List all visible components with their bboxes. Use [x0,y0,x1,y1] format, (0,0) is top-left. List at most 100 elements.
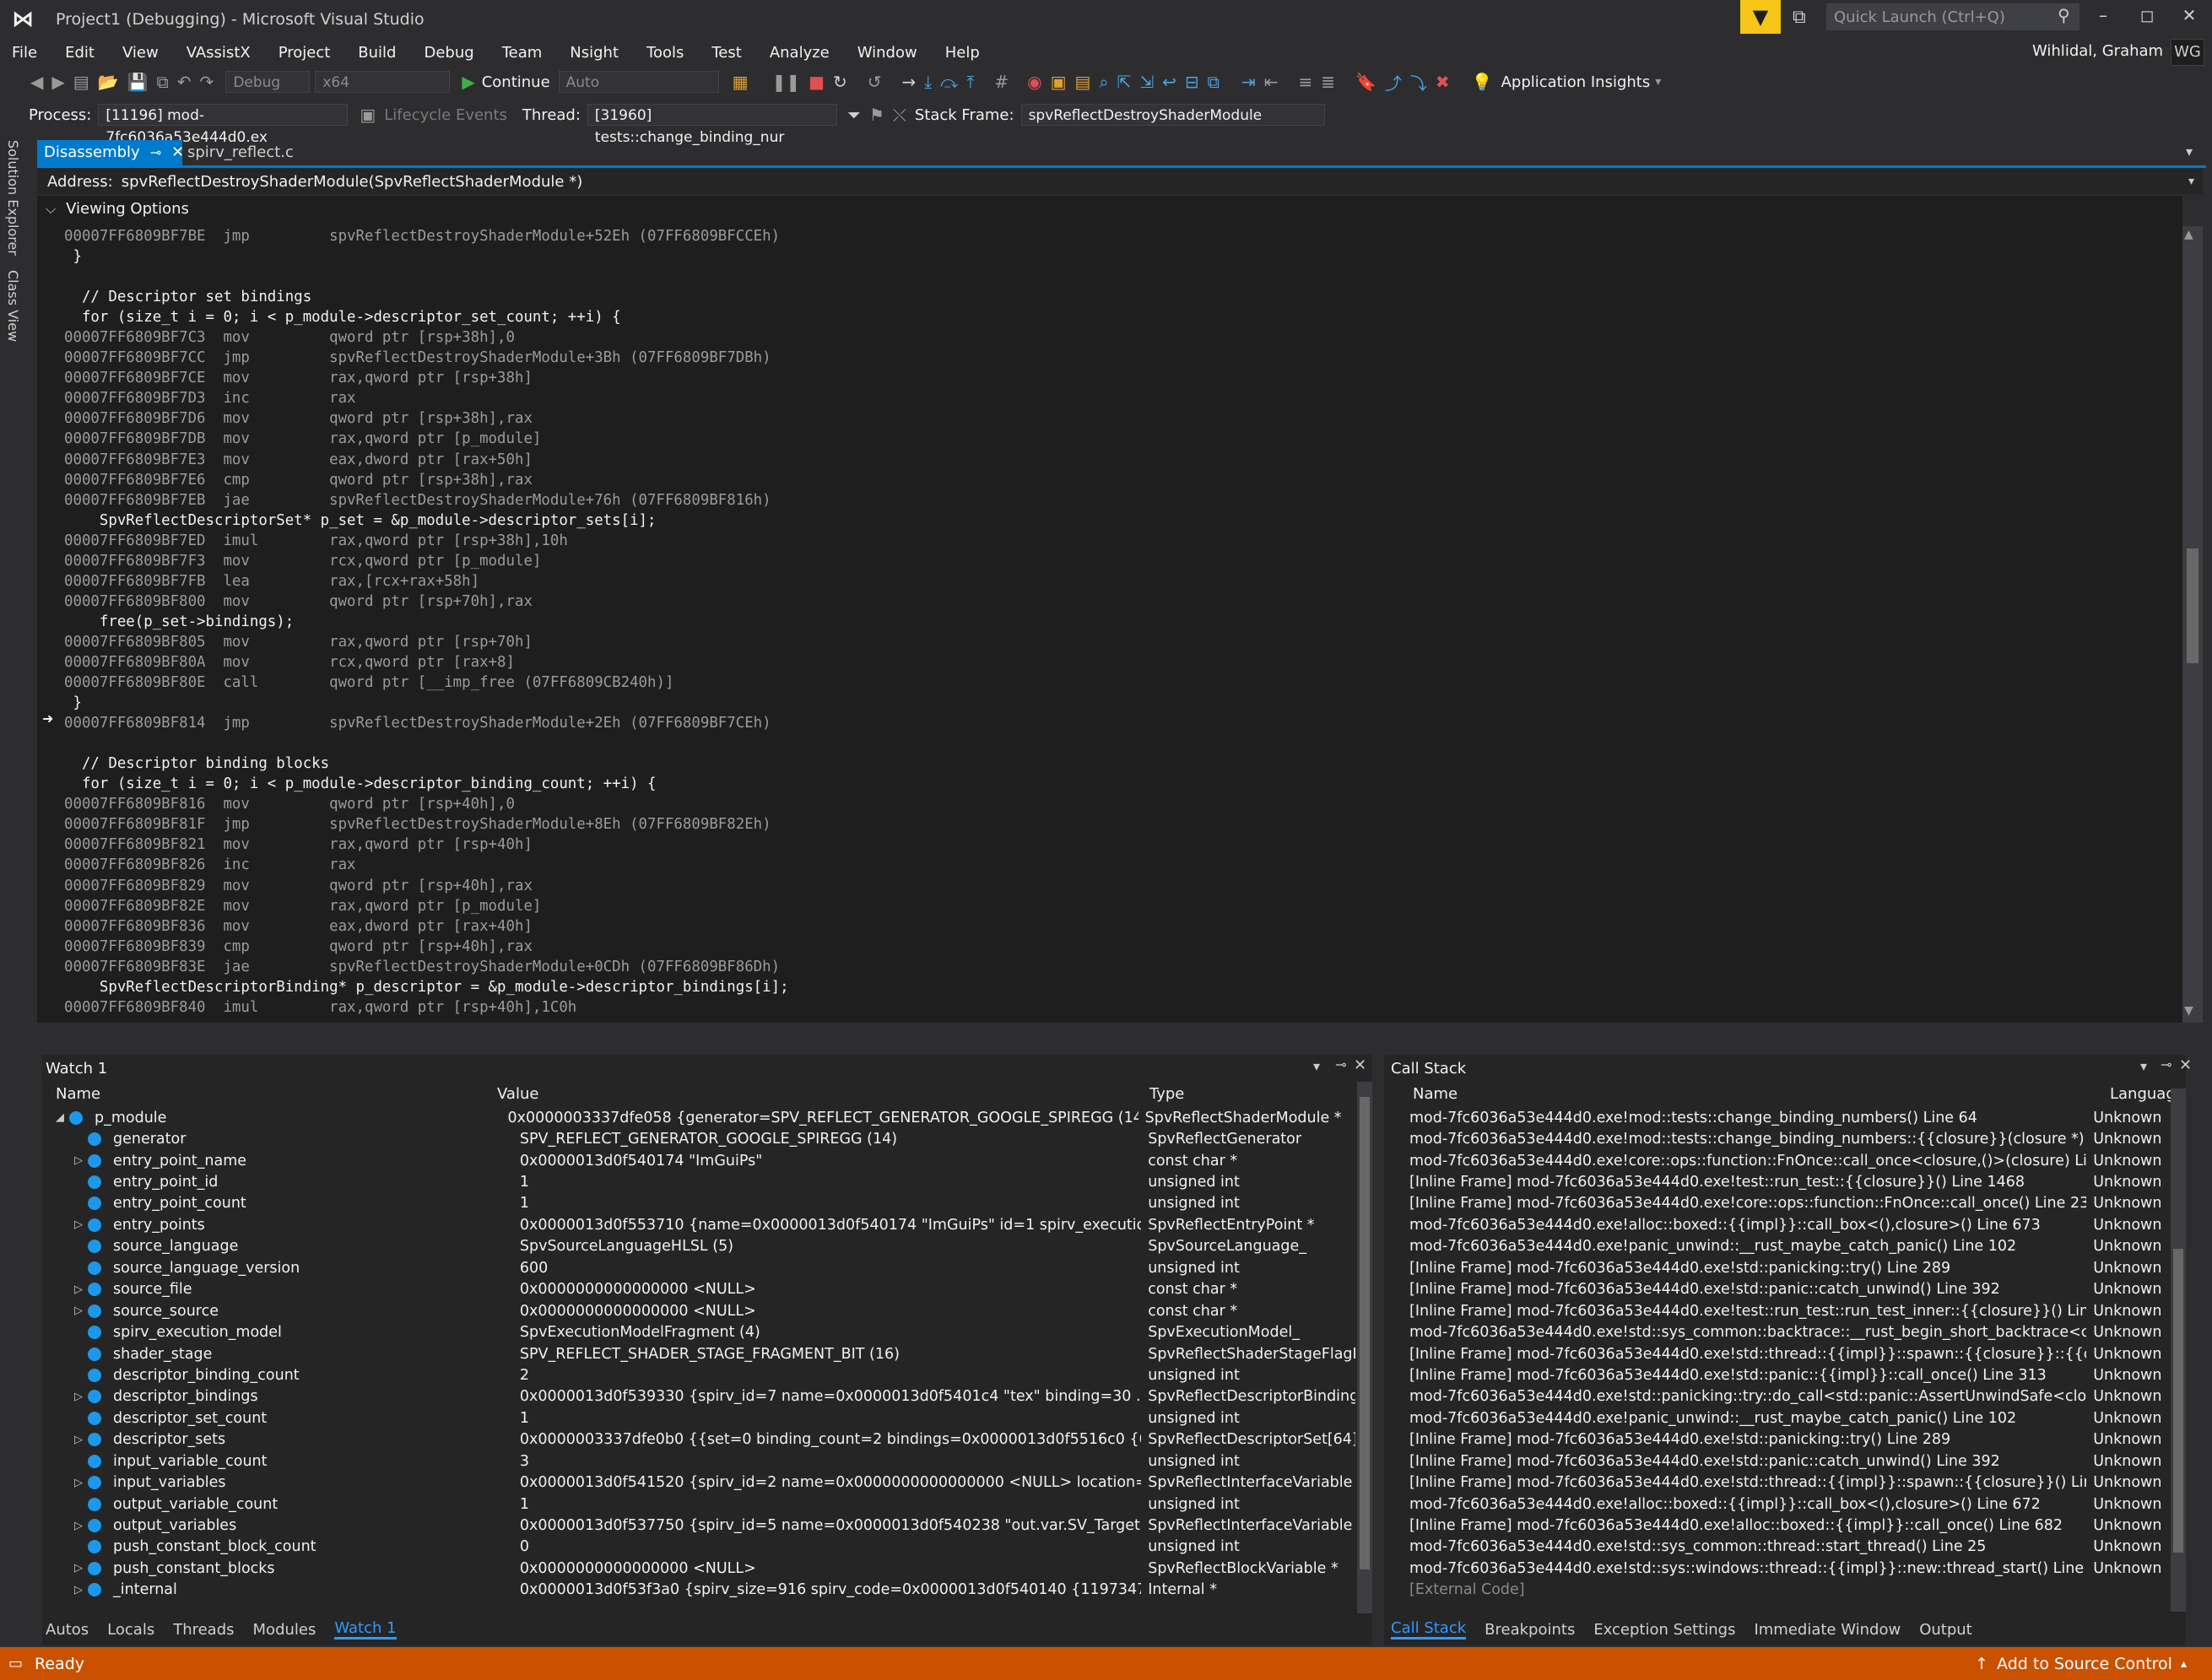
menu-team[interactable]: Team [502,44,543,62]
call-stack-frame[interactable]: [External Code] [1387,1580,2169,1601]
watch-value[interactable]: 1 [511,1195,1141,1212]
pin-icon[interactable]: ⊸ [2161,1056,2171,1072]
pin-icon[interactable]: ⊸ [150,140,161,165]
call-stack-frame[interactable]: mod-7fc6036a53e444d0.exe!alloc::boxed::{… [1387,1214,2169,1235]
watch-value[interactable]: SPV_REFLECT_SHADER_STAGE_FRAGMENT_BIT (1… [511,1346,1141,1363]
watch-row[interactable]: ◢ p_module 0x0000003337dfe058 {generator=S… [56,1107,1355,1128]
open-file-icon[interactable]: 📂 [98,72,119,92]
watch-row[interactable]: ▷ descriptor_sets 0x0000003337dfe0b0 {{set… [56,1429,1355,1450]
thread-dropdown[interactable]: [31960] tests::change_binding_nur [587,104,837,146]
watch-value[interactable]: 0x0000003337dfe0b0 {{set=0 binding_count… [511,1431,1141,1448]
chevron-up-icon[interactable]: ▴ [2181,1657,2187,1671]
watch-value[interactable]: 600 [511,1260,1141,1277]
call-stack-frame[interactable]: mod-7fc6036a53e444d0.exe!panic_unwind::_… [1387,1407,2169,1429]
column-value[interactable]: Value [489,1085,1143,1103]
watch-value[interactable]: 1 [511,1496,1141,1513]
tab-immediate-window[interactable]: Immediate Window [1754,1621,1901,1639]
call-stack-frame[interactable]: mod-7fc6036a53e444d0.exe!std::panicking:… [1387,1386,2169,1407]
call-stack-frame[interactable]: mod-7fc6036a53e444d0.exe!mod::tests::cha… [1387,1128,2169,1149]
close-window-button[interactable]: ✕ [2172,5,2206,30]
menu-help[interactable]: Help [945,44,980,62]
watch-value[interactable]: 0x0000000000000000 <NULL> [511,1281,1141,1298]
va-outline-icon[interactable]: ⊟ [1185,72,1199,92]
watch-row[interactable]: ▷ input_variables 0x0000013d0f541520 {spir… [56,1472,1355,1493]
outdent-icon[interactable]: ⇤ [1264,72,1279,92]
attach-icon[interactable]: ▦ [733,72,749,92]
maximize-button[interactable]: ◻ [2130,5,2164,30]
class-view-tab[interactable]: Class View [5,270,21,342]
watch-row[interactable]: generator SPV_REFLECT_GENERATOR_GOOGLE_SP… [56,1128,1355,1149]
watch-row[interactable]: ▷ source_file 0x0000000000000000 <NULL> con… [56,1279,1355,1300]
step-over-icon[interactable]: ⤼ [940,72,958,92]
configuration-dropdown[interactable]: Debug [225,71,311,93]
call-stack-frame[interactable]: [Inline Frame] mod-7fc6036a53e444d0.exe!… [1387,1279,2169,1300]
watch-value[interactable]: 1 [511,1174,1141,1191]
call-stack-frame[interactable]: [Inline Frame] mod-7fc6036a53e444d0.exe!… [1387,1171,2169,1192]
call-stack-frame[interactable]: [Inline Frame] mod-7fc6036a53e444d0.exe!… [1387,1429,2169,1450]
call-stack-scrollbar-thumb[interactable] [2173,1249,2183,1553]
stop-icon[interactable]: ■ [809,72,825,92]
watch-row[interactable]: descriptor_binding_count 2 unsigned int [56,1364,1355,1386]
chevron-down-icon[interactable]: ▾ [2188,175,2194,188]
application-insights-icon[interactable]: 💡 [1472,72,1493,92]
watch-value[interactable]: 0x0000003337dfe058 {generator=SPV_REFLEC… [499,1110,1138,1126]
expand-icon[interactable]: ▷ [74,1477,88,1489]
watch-row[interactable]: source_language SpvSourceLanguageHLSL (5)… [56,1236,1355,1257]
expand-icon[interactable]: ▷ [74,1520,88,1532]
chevron-down-icon[interactable]: ▾ [1655,75,1661,89]
watch-value[interactable]: 2 [511,1367,1141,1384]
menu-edit[interactable]: Edit [65,44,95,62]
call-stack-frame[interactable]: [Inline Frame] mod-7fc6036a53e444d0.exe!… [1387,1257,2169,1278]
call-stack-frame[interactable]: [Inline Frame] mod-7fc6036a53e444d0.exe!… [1387,1450,2169,1472]
nsight-capture-icon[interactable]: ▣ [1051,72,1067,92]
watch-value[interactable]: 0x0000013d0f540174 "ImGuiPs" [511,1153,1141,1170]
dropdown-icon[interactable]: ▾ [1313,1058,1320,1074]
tab-overflow-icon[interactable]: ▾ [2186,143,2193,159]
watch-value[interactable]: SPV_REFLECT_GENERATOR_GOOGLE_SPIREGG (14… [511,1131,1141,1148]
watch-row[interactable]: ▷ entry_points 0x0000013d0f553710 {name=0x… [56,1214,1355,1235]
next-bookmark-icon[interactable]: ⤵ [1410,70,1427,95]
indent-icon[interactable]: ⇥ [1241,72,1256,92]
tab-autos[interactable]: Autos [46,1621,89,1639]
watch-row[interactable]: shader_stage SPV_REFLECT_SHADER_STAGE_FRA… [56,1343,1355,1364]
watch-row[interactable]: ▷ descriptor_bindings 0x0000013d0f539330 {… [56,1386,1355,1407]
watch-value[interactable]: 0x0000000000000000 <NULL> [511,1303,1141,1320]
process-dropdown[interactable]: [11196] mod-7fc6036a53e444d0.ex [98,104,349,146]
call-stack-frame[interactable]: mod-7fc6036a53e444d0.exe!alloc::boxed::{… [1387,1494,2169,1515]
tab-breakpoints[interactable]: Breakpoints [1485,1621,1575,1639]
prev-bookmark-icon[interactable]: ⤴ [1385,70,1402,95]
call-stack-frame[interactable]: mod-7fc6036a53e444d0.exe!core::ops::func… [1387,1150,2169,1171]
back-icon[interactable]: ◀ [30,72,43,92]
expand-icon[interactable]: ▷ [74,1391,88,1403]
watch-row[interactable]: input_variable_count 3 unsigned int [56,1450,1355,1472]
lifecycle-events-dropdown[interactable]: Lifecycle Events [384,106,507,124]
avatar[interactable]: WG [2171,39,2204,66]
call-stack-frame[interactable]: [Inline Frame] mod-7fc6036a53e444d0.exe!… [1387,1364,2169,1386]
upload-icon[interactable]: ↑ [1975,1655,1988,1673]
call-stack-frame[interactable]: [Inline Frame] mod-7fc6036a53e444d0.exe!… [1387,1515,2169,1536]
quick-launch-input[interactable]: Quick Launch (Ctrl+Q) [1826,3,2079,30]
disassembly-editor[interactable]: ⌵ Viewing Options 00007FF6809BF7BE jmp s… [37,196,2182,1023]
watch-row[interactable]: source_language_version 600 unsigned int [56,1257,1355,1278]
watch-value[interactable]: 0x0000013d0f537750 {spirv_id=5 name=0x00… [511,1517,1141,1534]
save-all-icon[interactable]: ⧉ [157,72,169,92]
menu-view[interactable]: View [122,44,159,62]
watch-value[interactable]: 0x0000013d0f539330 {spirv_id=7 name=0x00… [511,1388,1141,1405]
address-input[interactable]: spvReflectDestroyShaderModule(SpvReflect… [122,173,2188,191]
pin-icon[interactable]: ⊸ [1335,1056,1346,1072]
watch-row[interactable]: ▷ _internal 0x0000013d0f53f3a0 {spirv_size… [56,1580,1355,1601]
call-stack-frame[interactable]: mod-7fc6036a53e444d0.exe!mod::tests::cha… [1387,1107,2169,1128]
nsight-icon[interactable]: ◉ [1027,72,1041,92]
forward-icon[interactable]: ▶ [51,72,64,92]
apply-code-changes-icon[interactable]: ↺ [868,72,882,92]
user-name[interactable]: Wihlidal, Graham [2032,42,2163,60]
tab-modules[interactable]: Modules [253,1621,316,1639]
editor-scrollbar-thumb[interactable] [2187,548,2198,663]
tab-call-stack[interactable]: Call Stack [1391,1619,1467,1639]
feedback-filter-icon[interactable]: ▼ [1740,0,1781,34]
clear-bookmarks-icon[interactable]: ✖ [1436,72,1450,92]
watch-row[interactable]: ▷ source_source 0x0000000000000000 <NULL> c… [56,1300,1355,1321]
watch-row[interactable]: ▷ output_variables 0x0000013d0f537750 {spi… [56,1515,1355,1536]
stack-frame-dropdown[interactable]: spvReflectDestroyShaderModule [1020,104,1325,126]
save-icon[interactable]: 💾 [127,72,149,92]
